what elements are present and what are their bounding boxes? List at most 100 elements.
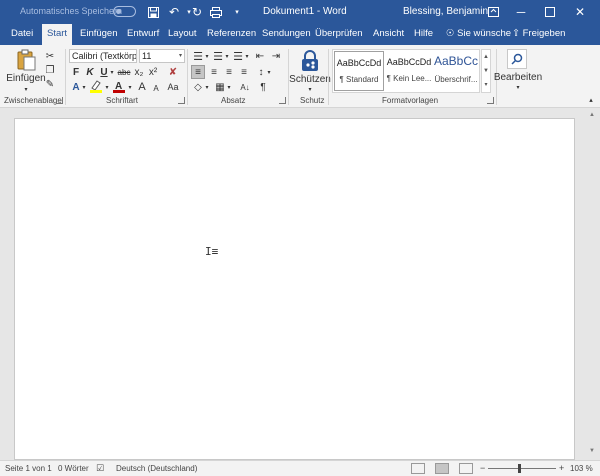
scroll-up-icon[interactable]: ▲: [589, 112, 595, 118]
align-right-icon[interactable]: ≡: [222, 65, 236, 79]
bullets-icon[interactable]: ☰: [191, 49, 205, 63]
style-no-spacing[interactable]: AaBbCcDd ¶ Kein Lee...: [384, 51, 434, 91]
paragraph-launcher-icon[interactable]: [279, 97, 286, 104]
paste-button-label[interactable]: Einfügen: [6, 72, 46, 84]
line-spacing-dropdown-icon[interactable]: ▾: [266, 66, 272, 78]
styles-gallery-scrollbar[interactable]: ▲ ▼ ▾: [481, 49, 491, 93]
zoom-out-button[interactable]: −: [480, 463, 485, 473]
shrink-font-icon[interactable]: A: [150, 82, 162, 94]
editing-dropdown-icon[interactable]: ▾: [512, 83, 524, 91]
close-icon[interactable]: ✕: [570, 2, 590, 22]
copy-icon[interactable]: ❐: [44, 64, 56, 76]
save-icon[interactable]: [145, 4, 161, 20]
italic-button[interactable]: K: [84, 66, 96, 78]
style-heading1[interactable]: AaBbCc Überschrif...: [433, 51, 479, 91]
web-layout-icon[interactable]: [459, 463, 473, 474]
redo-icon[interactable]: ↻: [189, 4, 205, 20]
language[interactable]: Deutsch (Deutschland): [116, 464, 197, 473]
gallery-more-icon[interactable]: ▾: [482, 78, 490, 92]
font-size-dropdown-icon[interactable]: ▾: [179, 50, 182, 62]
borders-icon[interactable]: ▦: [213, 80, 227, 94]
tab-datei[interactable]: Datei: [8, 24, 36, 45]
protect-lock-icon[interactable]: [299, 49, 321, 73]
word-count[interactable]: 0 Wörter: [58, 464, 89, 473]
tell-me-search[interactable]: ☉ Sie wünsche: [446, 24, 511, 45]
multilevel-list-icon[interactable]: ☰: [231, 49, 245, 63]
bold-button[interactable]: F: [70, 66, 82, 78]
bullets-dropdown-icon[interactable]: ▾: [204, 50, 210, 62]
sort-icon[interactable]: A↓: [238, 80, 252, 94]
align-center-icon[interactable]: ≡: [207, 65, 221, 79]
text-effects-dropdown-icon[interactable]: ▾: [80, 81, 88, 93]
strikethrough-button[interactable]: abc: [117, 66, 131, 78]
change-case-icon[interactable]: Aa: [166, 81, 180, 93]
ribbon-display-options-icon[interactable]: [483, 2, 503, 22]
print-preview-icon[interactable]: [208, 4, 224, 20]
paste-dropdown-icon[interactable]: ▾: [20, 85, 32, 93]
font-size-box[interactable]: 11 ▾: [139, 49, 185, 63]
format-painter-icon[interactable]: ✎: [44, 78, 56, 90]
user-name[interactable]: Blessing, Benjamin: [403, 6, 488, 17]
shading-icon[interactable]: ◇: [191, 80, 205, 94]
zoom-slider[interactable]: [488, 468, 556, 469]
cut-icon[interactable]: ✂: [44, 50, 56, 62]
read-mode-icon[interactable]: [411, 463, 425, 474]
autosave-toggle[interactable]: [113, 6, 136, 17]
vertical-scrollbar[interactable]: ▲ ▼: [585, 108, 600, 460]
tab-sendungen[interactable]: Sendungen: [259, 24, 314, 45]
customize-qat-icon[interactable]: ▾: [229, 4, 245, 20]
search-icon[interactable]: [507, 49, 527, 69]
paste-icon[interactable]: [14, 49, 38, 71]
tab-hilfe[interactable]: Hilfe: [411, 24, 436, 45]
numbering-icon[interactable]: ☰: [211, 49, 225, 63]
undo-icon[interactable]: ↶: [166, 4, 182, 20]
scroll-down-icon[interactable]: ▼: [589, 448, 595, 454]
decrease-indent-icon[interactable]: ⇤: [253, 49, 267, 63]
font-name-box[interactable]: Calibri (Textkörp•: [69, 49, 137, 63]
show-formatting-marks-icon[interactable]: ¶: [256, 80, 270, 94]
proofing-icon[interactable]: ☑: [96, 463, 104, 474]
subscript-button[interactable]: x₂: [133, 66, 145, 78]
zoom-in-button[interactable]: +: [559, 463, 564, 473]
tab-start[interactable]: Start: [42, 24, 72, 45]
styles-launcher-icon[interactable]: [487, 97, 494, 104]
tab-entwurf[interactable]: Entwurf: [124, 24, 162, 45]
borders-dropdown-icon[interactable]: ▾: [226, 81, 232, 93]
clear-formatting-icon[interactable]: ✘: [166, 66, 180, 78]
font-color-icon[interactable]: A: [112, 79, 126, 93]
grow-font-icon[interactable]: A: [136, 81, 148, 93]
superscript-button[interactable]: x²: [147, 66, 159, 78]
zoom-level[interactable]: 103 %: [570, 464, 593, 473]
increase-indent-icon[interactable]: ⇥: [269, 49, 283, 63]
page-count[interactable]: Seite 1 von 1: [5, 464, 52, 473]
protect-button-label[interactable]: Schützen: [289, 73, 331, 85]
protect-dropdown-icon[interactable]: ▾: [304, 85, 316, 93]
editing-button-label[interactable]: Bearbeiten: [494, 71, 542, 83]
tab-einfuegen[interactable]: Einfügen: [77, 24, 121, 45]
shading-dropdown-icon[interactable]: ▾: [204, 81, 210, 93]
print-layout-icon[interactable]: [435, 463, 449, 474]
document-page[interactable]: I≡: [14, 118, 575, 460]
minimize-icon[interactable]: ─: [511, 2, 531, 22]
share-button[interactable]: ⇪ Freigeben: [512, 24, 565, 45]
style-standard[interactable]: AaBbCcDd ¶ Standard: [334, 51, 384, 91]
clipboard-launcher-icon[interactable]: [56, 97, 63, 104]
gallery-up-icon[interactable]: ▲: [482, 50, 490, 64]
tab-ansicht[interactable]: Ansicht: [370, 24, 407, 45]
tab-referenzen[interactable]: Referenzen: [204, 24, 259, 45]
highlight-dropdown-icon[interactable]: ▾: [103, 81, 111, 93]
tab-layout[interactable]: Layout: [165, 24, 200, 45]
justify-icon[interactable]: ≡: [237, 65, 251, 79]
underline-dropdown-icon[interactable]: ▾: [108, 66, 116, 78]
tab-ueberpruefen[interactable]: Überprüfen: [312, 24, 366, 45]
gallery-down-icon[interactable]: ▼: [482, 64, 490, 78]
align-left-icon[interactable]: ≡: [191, 65, 205, 79]
font-launcher-icon[interactable]: [178, 97, 185, 104]
maximize-icon[interactable]: [540, 2, 560, 22]
collapse-ribbon-icon[interactable]: ▴: [586, 95, 596, 105]
zoom-slider-thumb[interactable]: [518, 464, 521, 473]
font-color-dropdown-icon[interactable]: ▾: [126, 81, 134, 93]
multilevel-dropdown-icon[interactable]: ▾: [244, 50, 250, 62]
highlight-icon[interactable]: [89, 79, 103, 93]
numbering-dropdown-icon[interactable]: ▾: [224, 50, 230, 62]
